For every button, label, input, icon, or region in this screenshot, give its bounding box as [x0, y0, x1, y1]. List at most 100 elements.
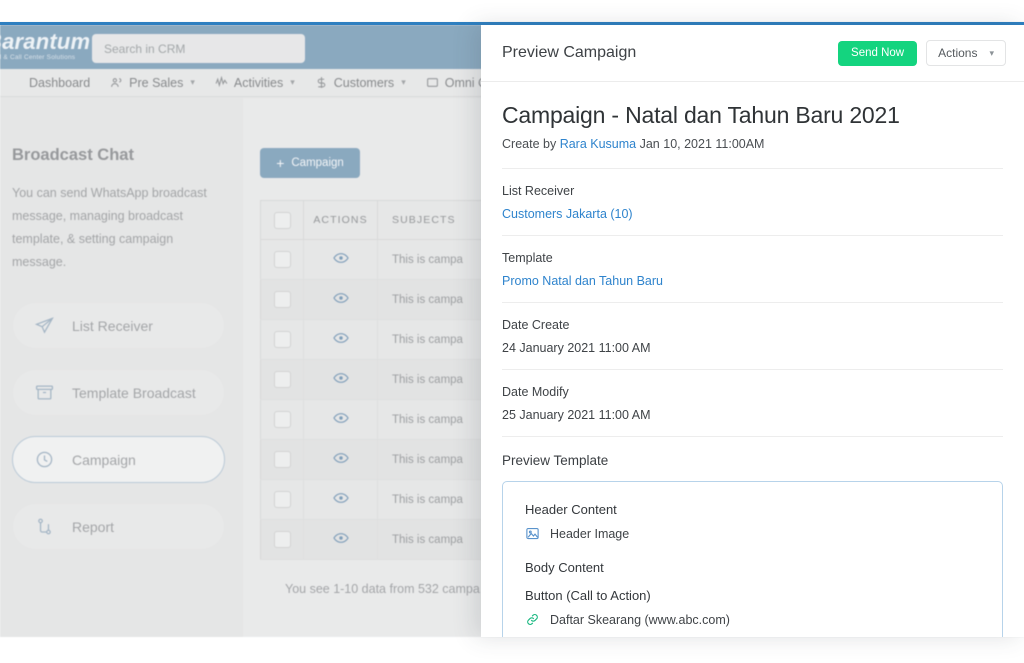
detail-field-value: 24 January 2021 11:00 AM [502, 341, 651, 355]
detail-field: Date Modify 25 January 2021 11:00 AM [502, 370, 1003, 437]
sidebar-item-list-receiver[interactable]: List Receiver [12, 302, 225, 349]
cta-button-label: Button (Call to Action) [525, 588, 651, 603]
nav-item-label: Pre Sales [129, 75, 184, 90]
row-checkbox[interactable] [273, 331, 291, 348]
app-logo[interactable]: Barantum CRM & Call Center Solutions [0, 29, 98, 61]
nav-item-activities[interactable]: Activities ▾ [205, 76, 305, 90]
sidebar-item-label: Campaign [72, 451, 136, 468]
row-checkbox[interactable] [273, 371, 291, 388]
eye-icon[interactable] [332, 250, 349, 266]
eye-icon[interactable] [332, 530, 349, 546]
detail-field-label: Date Modify [502, 385, 569, 399]
select-all-checkbox[interactable] [273, 211, 291, 229]
row-checkbox[interactable] [273, 411, 291, 428]
row-checkbox[interactable] [273, 251, 291, 268]
row-checkbox[interactable] [273, 491, 291, 508]
actions-button-label: Actions [938, 46, 978, 60]
dollar-icon [315, 76, 328, 89]
archive-box-icon [35, 383, 54, 402]
detail-field: List Receiver Customers Jakarta (10) [502, 169, 1003, 236]
detail-field: Date Create 24 January 2021 11:00 AM [502, 303, 1003, 370]
nav-item-customers[interactable]: Customers ▾ [305, 76, 416, 90]
paper-plane-icon [35, 316, 54, 335]
header-image-row: Header Image [525, 526, 980, 541]
sidebar-item-label: List Receiver [72, 317, 153, 334]
sidebar-item-report[interactable]: Report [12, 503, 225, 550]
campaign-byline: Create by Rara Kusuma Jan 10, 2021 11:00… [502, 137, 1003, 151]
folder-icon [426, 76, 439, 89]
row-select-cell [260, 399, 304, 440]
created-at: Jan 10, 2021 11:00AM [639, 137, 765, 151]
chevron-down-icon: ▾ [190, 77, 195, 87]
eye-icon[interactable] [332, 290, 349, 306]
campaign-title: Campaign - Natal dan Tahun Baru 2021 [502, 102, 900, 128]
broadcast-sidebar: Broadcast Chat You can send WhatsApp bro… [0, 98, 243, 637]
sidebar-item-template-broadcast[interactable]: Template Broadcast [12, 369, 225, 416]
row-actions-cell [303, 359, 378, 400]
eye-icon[interactable] [332, 370, 349, 386]
preview-template-card: Header Content Header Image Body Content… [502, 481, 1003, 637]
nav-item-label: Activities [233, 75, 284, 90]
detail-field-value[interactable]: Customers Jakarta (10) [502, 207, 1003, 221]
table-header-actions: ACTIONS [303, 200, 378, 240]
preview-panel-title: Preview Campaign [502, 44, 637, 61]
row-select-cell [260, 239, 304, 280]
add-campaign-button[interactable]: + Campaign [260, 148, 360, 178]
row-select-cell [260, 439, 304, 480]
eye-icon[interactable] [332, 490, 349, 506]
nav-item-pre-sales[interactable]: Pre Sales ▾ [100, 76, 205, 90]
link-icon [525, 612, 540, 627]
sidebar-item-campaign[interactable]: Campaign [12, 436, 225, 483]
grid-icon [10, 76, 23, 89]
row-actions-cell [303, 439, 378, 480]
clock-icon [35, 450, 54, 469]
row-checkbox[interactable] [273, 451, 291, 468]
detail-field: Template Promo Natal dan Tahun Baru [502, 236, 1003, 303]
header-image-label: Header Image [550, 526, 630, 541]
detail-fields: List Receiver Customers Jakarta (10) Templ… [502, 169, 1003, 437]
detail-field-label: Template [502, 251, 553, 265]
nav-item-label: Customers [333, 75, 395, 90]
row-actions-cell [303, 519, 378, 560]
detail-field-value[interactable]: Promo Natal dan Tahun Baru [502, 274, 1003, 288]
row-select-cell [260, 359, 304, 400]
pulse-icon [215, 76, 228, 89]
preview-panel-body: Campaign - Natal dan Tahun Baru 2021 Cre… [481, 82, 1024, 637]
add-campaign-label: Campaign [291, 157, 344, 169]
sidebar-item-label: Template Broadcast [72, 384, 196, 401]
table-header-select [260, 200, 304, 240]
eye-icon[interactable] [332, 410, 349, 426]
nav-item-label: Dashboard [29, 75, 91, 90]
created-by-link[interactable]: Rara Kusuma [560, 137, 636, 151]
eye-icon[interactable] [332, 450, 349, 466]
sidebar-description: You can send WhatsApp broadcast message,… [12, 186, 207, 269]
cta-text: Daftar Skearang (www.abc.com) [550, 612, 730, 627]
eye-icon[interactable] [332, 330, 349, 346]
users-icon [110, 76, 123, 89]
row-actions-cell [303, 319, 378, 360]
row-select-cell [260, 319, 304, 360]
image-icon [525, 526, 540, 541]
actions-button[interactable]: Actions ▾ [926, 40, 1006, 66]
row-select-cell [260, 519, 304, 560]
preview-panel-header: Preview Campaign Send Now Actions ▾ [481, 25, 1024, 82]
row-actions-cell [303, 279, 378, 320]
search-input[interactable] [92, 34, 305, 63]
plus-icon: + [276, 155, 285, 171]
screen: Barantum CRM & Call Center Solutions Das… [0, 0, 1024, 663]
row-select-cell [260, 479, 304, 520]
row-actions-cell [303, 399, 378, 440]
logo-name: Barantum [0, 29, 91, 54]
detail-field-label: Date Create [502, 318, 570, 332]
created-prefix: Create by [502, 137, 557, 151]
nav-item-dashboard[interactable]: Dashboard [0, 76, 100, 90]
preview-campaign-panel: Preview Campaign Send Now Actions ▾ Camp… [481, 25, 1024, 637]
detail-field-value: 25 January 2021 11:00 AM [502, 408, 651, 422]
body-content-label: Body Content [525, 560, 604, 575]
row-checkbox[interactable] [273, 531, 291, 548]
logo-tagline: CRM & Call Center Solutions [0, 54, 76, 61]
row-select-cell [260, 279, 304, 320]
sidebar-item-label: Report [72, 518, 115, 535]
row-checkbox[interactable] [273, 291, 291, 308]
send-now-button[interactable]: Send Now [838, 40, 918, 66]
